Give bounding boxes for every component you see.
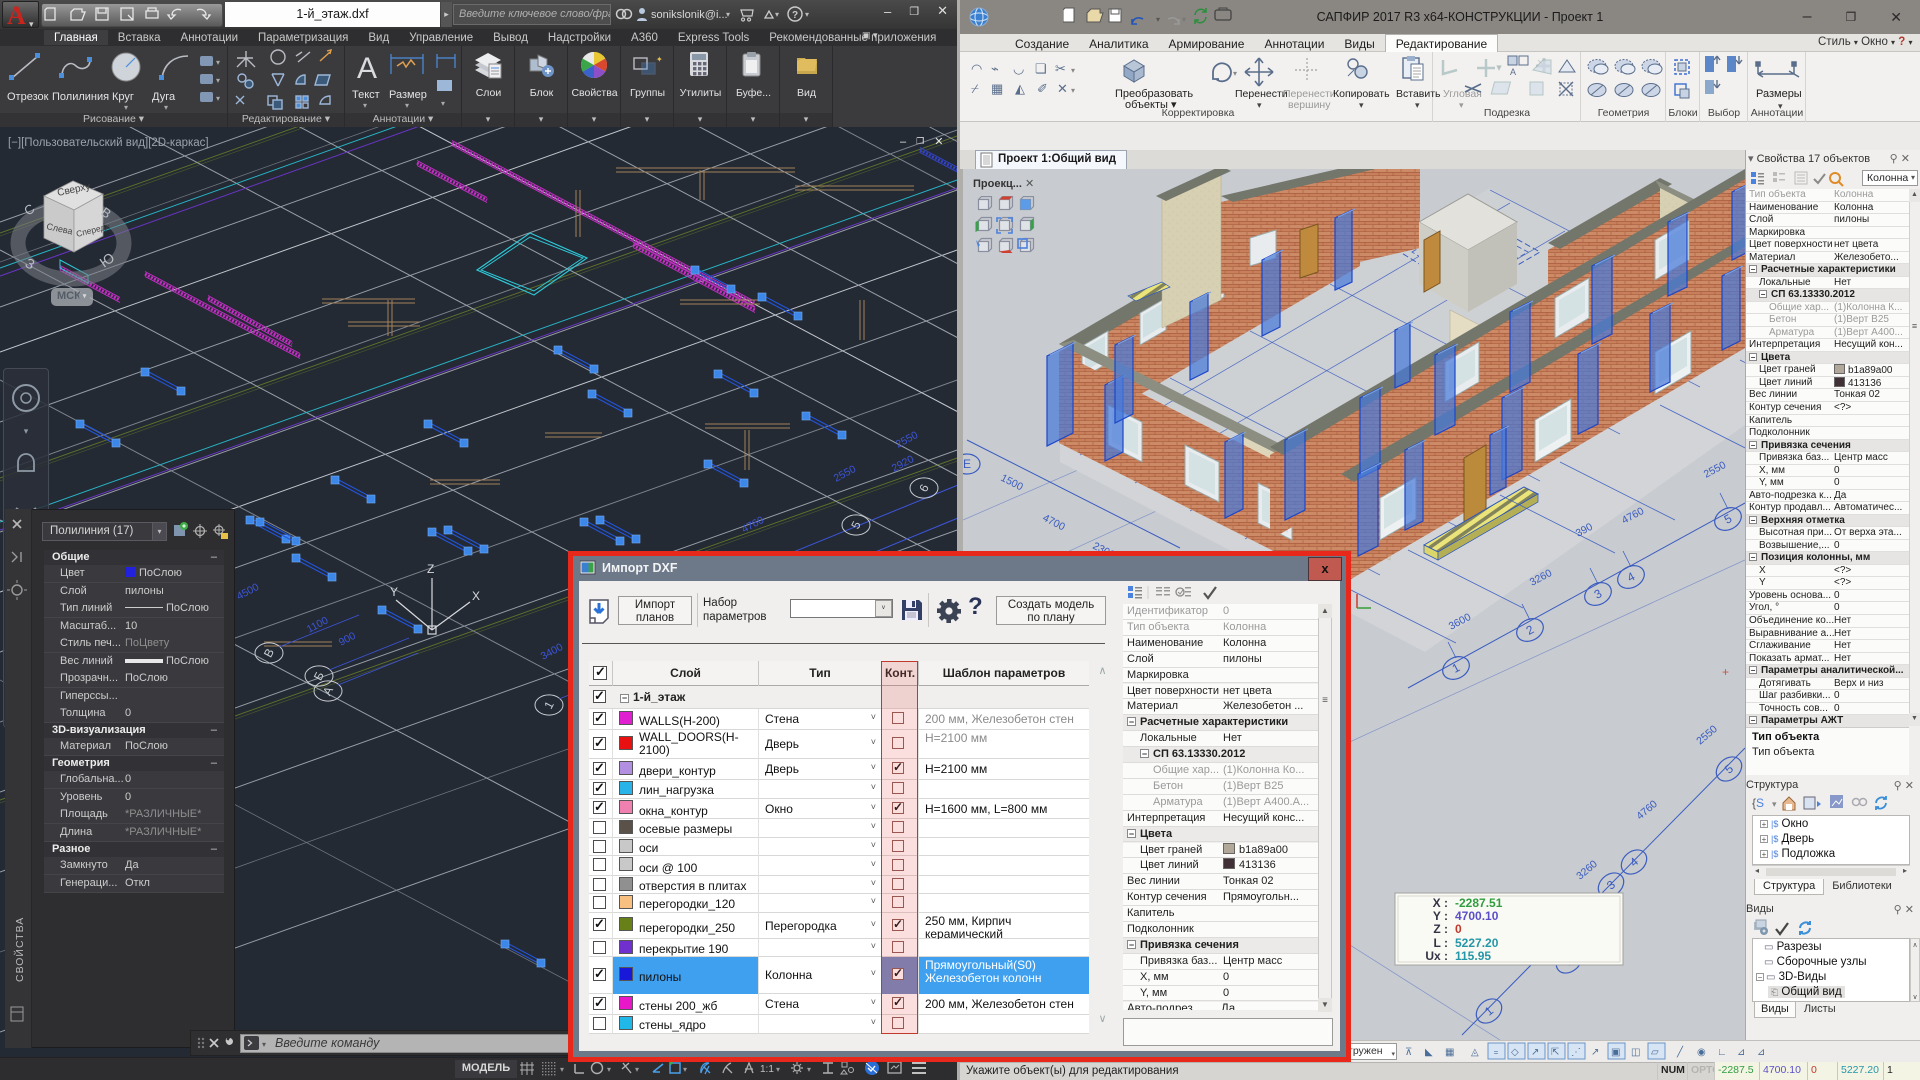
svg-text:✂: ✂ [1055, 61, 1066, 76]
svg-text:▾: ▾ [1233, 69, 1237, 78]
svg-text:Е: Е [963, 457, 971, 471]
svg-text:Вставить: Вставить [1396, 88, 1441, 100]
svg-text:Размеры: Размеры [1756, 88, 1802, 100]
svg-text:▾: ▾ [807, 1065, 811, 1074]
svg-text:Круг: Круг [112, 91, 134, 103]
svg-text:▾: ▾ [363, 101, 367, 110]
svg-text:▾: ▾ [805, 10, 809, 19]
svg-text:▾: ▾ [1415, 100, 1420, 110]
svg-text:▾: ▾ [1778, 101, 1783, 111]
svg-text:❏: ❏ [1035, 61, 1047, 76]
svg-text:0: 0 [1455, 922, 1462, 936]
svg-text:▾: ▾ [216, 76, 220, 85]
svg-text:+: + [1722, 665, 1729, 679]
svg-text:◇: ◇ [1511, 1047, 1519, 1058]
svg-text:A: A [1510, 67, 1516, 77]
svg-text:◠: ◠ [971, 61, 982, 76]
svg-text:L :: L : [1434, 936, 1448, 950]
svg-text:◬: ◬ [1471, 1047, 1479, 1058]
svg-text:▾: ▾ [216, 58, 220, 67]
svg-text:▾: ▾ [726, 10, 730, 19]
svg-text:▾: ▾ [1182, 15, 1186, 24]
svg-text:⊿: ⊿ [1757, 1047, 1765, 1058]
svg-text:▾: ▾ [683, 1065, 687, 1074]
svg-text:Текст: Текст [352, 89, 380, 101]
svg-text:⇱: ⇱ [1551, 1047, 1559, 1058]
svg-text:A: A [7, 1, 26, 29]
svg-text:⊼: ⊼ [1405, 1047, 1412, 1058]
svg-text:✕: ✕ [1057, 81, 1068, 96]
svg-text:Отрезок: Отрезок [7, 91, 49, 103]
svg-text:{S: {S [1752, 796, 1764, 810]
svg-text:∟: ∟ [1717, 1047, 1727, 1058]
svg-text:▾: ▾ [405, 101, 409, 110]
svg-text:Z: Z [427, 562, 434, 576]
svg-text:▾: ▾ [560, 1065, 564, 1074]
svg-text:Дуга: Дуга [152, 91, 176, 103]
svg-text:↗: ↗ [1531, 1047, 1539, 1058]
svg-text:-2287.51: -2287.51 [1455, 896, 1503, 910]
svg-text:✦: ✦ [656, 55, 663, 64]
svg-text:╱: ╱ [1676, 1045, 1684, 1058]
svg-text:◫: ◫ [1631, 1047, 1640, 1058]
svg-text:▾: ▾ [441, 99, 445, 108]
svg-text:◉: ◉ [1697, 1047, 1706, 1058]
svg-text:▾: ▾ [164, 103, 168, 110]
svg-text:﹦: ﹦ [1491, 1047, 1501, 1058]
svg-text:▾: ▾ [29, 19, 34, 29]
svg-text:?: ? [792, 10, 798, 21]
svg-text:Y :: Y : [1433, 909, 1448, 923]
svg-text:5227.20: 5227.20 [1455, 936, 1499, 950]
svg-text:▦: ▦ [1445, 1047, 1454, 1058]
svg-text:Y: Y [390, 585, 398, 599]
svg-text:▦: ▦ [991, 81, 1003, 96]
svg-text:◡: ◡ [1013, 61, 1024, 76]
svg-text:▾: ▾ [262, 1040, 266, 1049]
svg-text:▾: ▾ [1497, 63, 1501, 72]
svg-text:▾: ▾ [1071, 66, 1075, 75]
svg-text:▾: ▾ [124, 103, 128, 110]
svg-text:Полилиния: Полилиния [52, 91, 109, 103]
svg-text:▾: ▾ [1156, 15, 1160, 24]
svg-text:▾: ▾ [1359, 100, 1364, 110]
svg-text:1:1: 1:1 [760, 1064, 774, 1075]
svg-text:Перенести: Перенести [1235, 88, 1288, 100]
svg-text:A: A [357, 52, 377, 85]
svg-text:▣: ▣ [1611, 1047, 1620, 1058]
svg-text:▾: ▾ [24, 426, 29, 436]
svg-text:Копировать: Копировать [1333, 88, 1390, 100]
svg-text:X :: X : [1433, 896, 1448, 910]
svg-text:⊿: ⊿ [1737, 1047, 1745, 1058]
svg-text:4700.10: 4700.10 [1455, 909, 1499, 923]
svg-text:▾: ▾ [1071, 86, 1075, 95]
svg-text:◭: ◭ [1015, 81, 1025, 96]
svg-text:⋰: ⋰ [1571, 1047, 1581, 1058]
svg-text:объекты ▾: объекты ▾ [1125, 99, 1177, 111]
svg-text:⌿: ⌿ [971, 81, 979, 96]
svg-text:▾: ▾ [1459, 100, 1464, 110]
svg-text:Размер: Размер [389, 89, 427, 101]
svg-text:▾: ▾ [607, 1065, 611, 1074]
svg-text:вершину: вершину [1288, 99, 1331, 111]
svg-text:⌁: ⌁ [991, 61, 999, 76]
svg-text:СВОЙСТВА: СВОЙСТВА [13, 917, 26, 982]
svg-text:◣: ◣ [1425, 1047, 1433, 1058]
svg-text:▾: ▾ [635, 1065, 639, 1074]
svg-text:↗: ↗ [1591, 1047, 1599, 1058]
svg-text:▾: ▾ [1772, 799, 1777, 809]
svg-text:▾: ▾ [775, 10, 779, 19]
svg-text:▾: ▾ [216, 94, 220, 103]
svg-text:115.95: 115.95 [1455, 949, 1491, 963]
svg-text:Z :: Z : [1433, 922, 1448, 936]
svg-text:▾: ▾ [776, 1065, 780, 1074]
svg-text:Ux :: Ux : [1425, 949, 1448, 963]
svg-text:▾: ▾ [1257, 100, 1262, 110]
svg-text:✐: ✐ [1037, 81, 1048, 96]
svg-text:X: X [472, 589, 480, 603]
svg-text:sonikslonik@i...: sonikslonik@i... [651, 9, 728, 21]
svg-text:▱: ▱ [1651, 1047, 1659, 1058]
